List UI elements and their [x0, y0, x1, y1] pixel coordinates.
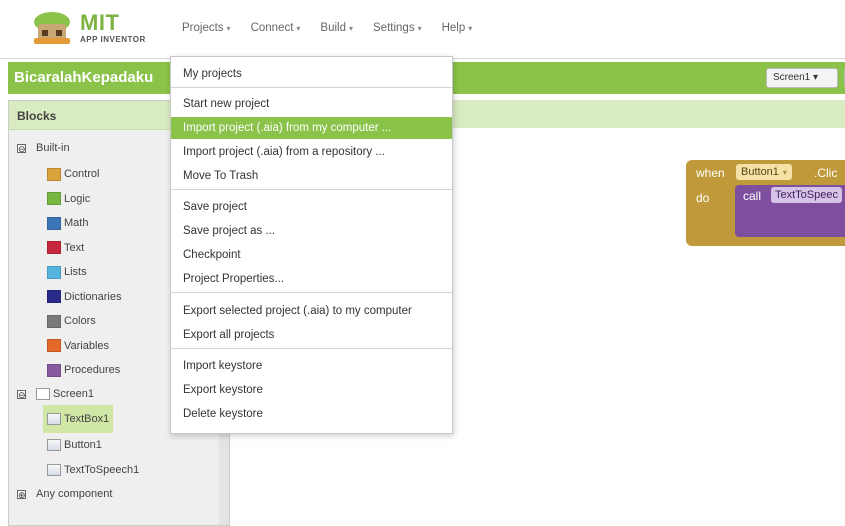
nav-connect-label: Connect [250, 22, 294, 34]
dropdown-arrow-icon: ▾ [782, 168, 787, 177]
menu-item-save-project-as[interactable]: Save project as ... [171, 220, 452, 242]
expand-icon[interactable]: ⊕ [17, 489, 26, 499]
chevron-down-icon: ▾ [226, 24, 231, 33]
menu-item-start-new-project[interactable]: Start new project [171, 93, 452, 115]
call-text-to-speech-block[interactable]: call TextToSpeec [735, 185, 845, 237]
screen1-label: Screen1 [53, 388, 94, 400]
nav-projects-label: Projects [182, 22, 224, 34]
when-keyword: when [696, 166, 725, 180]
chevron-down-icon: ▾ [349, 24, 354, 33]
builtin-item-label: Logic [64, 192, 91, 205]
menu-item-import-keystore[interactable]: Import keystore [171, 355, 452, 377]
dictionaries-color-swatch-icon [47, 290, 61, 303]
do-keyword: do [696, 191, 710, 205]
tree-screen1[interactable]: ⊖ Screen1 [17, 383, 94, 405]
builtin-item-lists[interactable]: Lists [47, 261, 87, 283]
component-label: TextToSpeech1 [64, 464, 140, 476]
logo-subtitle: APP INVENTOR [80, 35, 146, 44]
builtin-item-logic[interactable]: Logic [47, 188, 90, 210]
call-keyword: call [743, 189, 762, 203]
builtin-item-label: Colors [64, 315, 96, 327]
app-inventor-robot-icon [34, 12, 70, 44]
builtin-item-label: Variables [64, 339, 110, 352]
logo-mit-text: MIT [80, 10, 120, 35]
menu-separator [171, 292, 452, 293]
component-item-button1[interactable]: Button1 [47, 434, 102, 456]
nav-help[interactable]: Help ▾ [442, 22, 473, 34]
menu-item-export-selected-project-aia-to-my-computer[interactable]: Export selected project (.aia) to my com… [171, 300, 452, 322]
text-to-speech-icon [47, 464, 61, 476]
menu-item-move-to-trash[interactable]: Move To Trash [171, 165, 452, 187]
builtin-item-text[interactable]: Text [47, 237, 84, 259]
textbox-icon [47, 413, 61, 425]
projects-menu: My projects Start new project Import proje… [170, 56, 453, 434]
main-nav: Projects ▾ Connect ▾ Build ▾ Settings ▾ Help… [182, 22, 492, 34]
nav-build[interactable]: Build ▾ [320, 22, 353, 34]
menu-item-import-project-aia-from-my-computer[interactable]: Import project (.aia) from my computer .… [171, 117, 452, 139]
builtin-label: Built-in [36, 142, 70, 154]
builtin-item-math[interactable]: Math [47, 212, 88, 234]
control-color-swatch-icon [47, 167, 61, 181]
builtin-item-variables[interactable]: Variables [47, 335, 109, 357]
nav-help-label: Help [441, 22, 466, 34]
builtin-item-label: Procedures [64, 364, 121, 376]
menu-item-checkpoint[interactable]: Checkpoint [171, 244, 452, 266]
text-color-swatch-icon [47, 241, 61, 254]
variables-color-swatch-icon [47, 339, 61, 352]
collapse-icon[interactable]: ⊖ [17, 389, 26, 399]
menu-separator [171, 189, 452, 190]
screen-select[interactable]: Screen1 ▾ [766, 68, 838, 88]
component-label: Button1 [64, 439, 102, 451]
component-item-texttospeech1[interactable]: TextToSpeech1 [47, 459, 139, 481]
component-dropdown[interactable]: Button1 ▾ [736, 164, 792, 180]
any-component-label: Any component [36, 488, 113, 500]
math-color-swatch-icon [47, 216, 61, 230]
builtin-item-label: Text [64, 241, 85, 254]
menu-item-delete-keystore[interactable]: Delete keystore [171, 403, 452, 425]
menu-item-project-properties[interactable]: Project Properties... [171, 268, 452, 290]
builtin-item-dictionaries[interactable]: Dictionaries [47, 286, 121, 308]
builtin-item-colors[interactable]: Colors [47, 310, 96, 332]
nav-connect[interactable]: Connect ▾ [251, 22, 301, 34]
app-inventor-logo[interactable]: MIT APP INVENTOR [30, 8, 160, 48]
nav-build-label: Build [320, 22, 346, 34]
menu-item-export-keystore[interactable]: Export keystore [171, 379, 452, 401]
nav-projects[interactable]: Projects ▾ [182, 22, 231, 34]
button-icon [47, 439, 61, 451]
tree-builtin[interactable]: ⊖ Built-in [17, 137, 70, 159]
menu-item-my-projects[interactable]: My projects [171, 63, 452, 85]
nav-settings-label: Settings [373, 22, 415, 34]
menu-item-export-all-projects[interactable]: Export all projects [171, 324, 452, 346]
menu-separator [171, 348, 452, 349]
project-name: BicaralahKepadaku [14, 69, 154, 86]
menu-separator [171, 87, 452, 88]
builtin-item-control[interactable]: Control [47, 163, 99, 185]
blocks-title: Blocks [17, 109, 57, 123]
lists-color-swatch-icon [47, 265, 61, 279]
event-name: .Clic [814, 166, 838, 180]
procedures-color-swatch-icon [47, 363, 61, 377]
chevron-down-icon: ▾ [468, 24, 473, 33]
menu-item-import-project-aia-from-a-repository[interactable]: Import project (.aia) from a repository … [171, 141, 452, 163]
builtin-item-label: Control [64, 168, 100, 180]
chevron-down-icon: ▾ [296, 24, 301, 33]
chevron-down-icon: ▾ [417, 24, 422, 33]
builtin-item-procedures[interactable]: Procedures [47, 359, 120, 381]
component-name: Button1 [741, 166, 779, 178]
tree-any-component[interactable]: ⊕ Any component [17, 483, 112, 505]
builtin-item-label: Math [64, 217, 89, 229]
component-label: TextBox1 [64, 413, 110, 425]
method-component-name[interactable]: TextToSpeec [771, 187, 842, 203]
builtin-item-label: Lists [64, 266, 87, 278]
screen-icon [36, 388, 50, 400]
top-bar: MIT APP INVENTOR Projects ▾ Connect ▾ Buil… [0, 0, 845, 59]
nav-settings[interactable]: Settings ▾ [373, 22, 422, 34]
logic-color-swatch-icon [47, 192, 61, 205]
builtin-item-label: Dictionaries [64, 290, 122, 303]
component-item-textbox1[interactable]: TextBox1 [43, 405, 114, 433]
colors-color-swatch-icon [47, 314, 61, 328]
collapse-icon[interactable]: ⊖ [17, 143, 26, 153]
menu-item-save-project[interactable]: Save project [171, 196, 452, 218]
